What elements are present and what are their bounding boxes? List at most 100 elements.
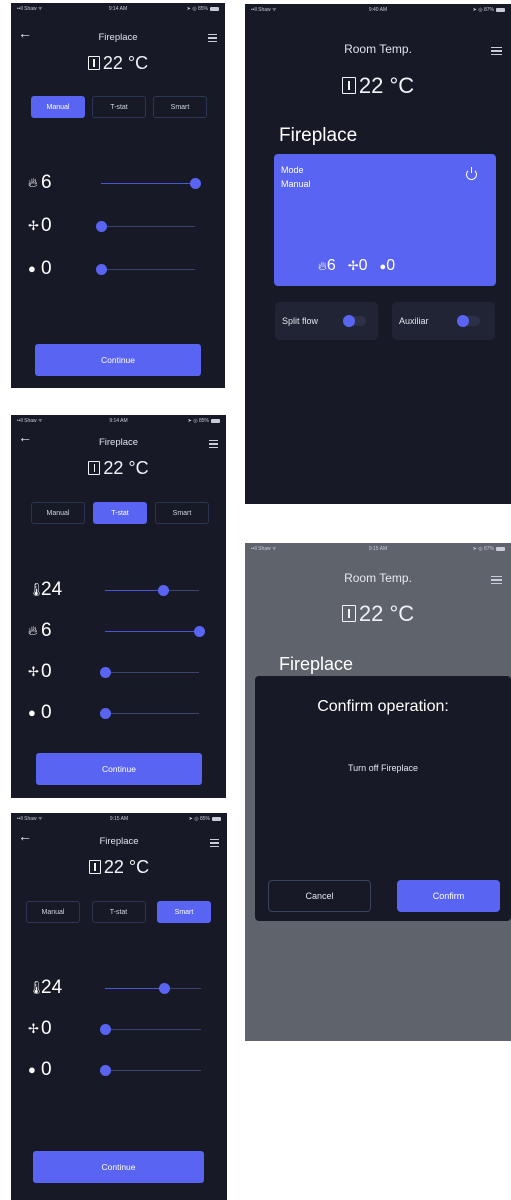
power-icon[interactable] [466,167,477,180]
battery-icon [495,546,505,551]
mode-value: Manual [281,179,311,189]
menu-icon[interactable] [210,839,219,849]
thermometer-icon [88,461,101,475]
slider-track[interactable] [99,708,199,719]
clock: 9:15 AM [368,546,388,552]
control-row-fan: ✢ 0 [28,215,195,238]
control-row-thermometer: 🌡︎ 24 [28,579,199,602]
screen-tstat: ••ll Shaw ᯤ 9:14 AM ➤ ◎ 85% ← Fireplace … [11,415,226,798]
control-value: 24 [41,977,63,998]
dialog-title: Confirm operation: [317,698,449,715]
slider-track[interactable] [99,1024,201,1035]
slider-track[interactable] [101,178,201,189]
flame-value: 🔥︎6 [318,257,336,274]
screen-title: Fireplace [98,437,139,448]
slider-fill [105,988,165,990]
continue-button[interactable]: Continue [36,753,202,785]
auxiliar-toggle[interactable] [457,315,480,327]
thermometer-icon [341,605,356,622]
cancel-button[interactable]: Cancel [268,880,371,912]
light-icon: ● [28,705,36,720]
auxiliar-label: Auxiliar [399,316,429,326]
fan-icon: ✢ [347,258,359,273]
status-bar: ••ll Shaw ᯤ 9:14 AM ➤ ◎ 85% [11,3,225,15]
continue-button[interactable]: Continue [33,1151,204,1183]
battery-status: ➤ ◎ 85% [179,6,219,12]
slider-knob[interactable] [189,178,201,189]
battery-icon [209,6,219,11]
screen-room-temp: ••ll Shaw ᯤ 9:40 AM ➤ ◎ 87% Room Temp. 2… [245,4,511,504]
carrier-label: ••ll Shaw ᯤ [251,7,277,13]
confirm-button[interactable]: Confirm [397,880,500,912]
fan-value: ✢0 [347,257,368,274]
split-flow-toggle-card: Split flow [275,302,378,340]
slider-knob[interactable] [99,708,111,719]
slider-knob[interactable] [99,667,111,678]
control-value: 0 [41,661,52,682]
control-value: 0 [41,702,52,723]
fan-icon: ✢ [28,664,39,679]
control-row-light: ● 0 [28,1059,201,1082]
tab-smart[interactable]: Smart [157,901,211,923]
slider-knob[interactable] [99,1065,111,1076]
slider-knob[interactable] [157,585,169,596]
battery-status: ➤ ◎ 85% [180,418,220,424]
clock: 9:40 AM [368,7,388,13]
fireplace-mode-card[interactable]: Mode Manual 🔥︎6 ✢0 ●0 [274,154,496,286]
tab-tstat[interactable]: T-stat [92,96,146,118]
slider-track[interactable] [105,585,199,596]
screen-title: Room Temp. [344,571,412,585]
status-bar: ••ll Shaw ᯤ 9:14 AM ➤ ◎ 85% [11,415,226,427]
control-row-light: ● 0 [28,702,199,725]
carrier-label: ••ll Shaw ᯤ [17,6,43,12]
flame-icon: 🔥︎ [28,175,38,190]
menu-icon[interactable] [208,34,217,44]
battery-status: ➤ ◎ 87% [465,7,505,13]
menu-icon [491,576,502,586]
menu-icon[interactable] [491,47,502,57]
slider-knob[interactable] [95,221,107,232]
continue-button[interactable]: Continue [35,344,201,376]
split-flow-toggle[interactable] [343,315,366,327]
fireplace-heading: Fireplace [279,654,354,674]
screen-confirm: ••ll Shaw ᯤ 9:15 AM ➤ ◎ 87% Room Temp. 2… [245,543,511,1041]
menu-icon[interactable] [209,440,218,450]
tab-manual[interactable]: Manual [31,502,85,524]
flame-icon: 🔥︎ [28,623,38,638]
tab-smart[interactable]: Smart [155,502,209,524]
slider-knob[interactable] [193,626,205,637]
tab-tstat[interactable]: T-stat [93,502,147,524]
slider-track[interactable] [95,221,195,232]
control-value: 0 [41,215,52,236]
screen-manual: ••ll Shaw ᯤ 9:14 AM ➤ ◎ 85% ← Fireplace … [11,3,225,388]
status-bar: ••ll Shaw ᯤ 9:15 AM ➤ ◎ 87% [245,543,511,555]
dialog-message: Turn off Fireplace [347,763,419,773]
slider-track[interactable] [105,983,201,994]
clock: 9:15 AM [109,816,129,822]
slider-track[interactable] [95,264,195,275]
screen-title: Fireplace [99,836,139,847]
slider-track[interactable] [99,1065,201,1076]
tab-manual[interactable]: Manual [26,901,80,923]
flame-icon: 🔥︎ [318,259,327,273]
slider-track[interactable] [105,626,205,637]
light-icon: ● [28,261,36,276]
tab-smart[interactable]: Smart [153,96,207,118]
status-bar: ••ll Shaw ᯤ 9:15 AM ➤ ◎ 85% [11,813,227,825]
tab-manual[interactable]: Manual [31,96,85,118]
battery-icon [210,418,220,423]
temperature-readout: 22 °C [11,53,225,74]
screen-title: Fireplace [98,32,138,43]
slider-knob[interactable] [159,983,171,994]
slider-knob[interactable] [99,1024,111,1035]
carrier-label: ••ll Shaw ᯤ [17,418,43,424]
slider-track[interactable] [99,667,199,678]
battery-icon [495,7,505,12]
thermometer-icon [88,860,101,874]
battery-status: ➤ ◎ 87% [465,546,505,552]
tab-tstat[interactable]: T-stat [91,901,146,923]
slider-knob[interactable] [95,264,107,275]
fireplace-heading: Fireplace [279,125,358,146]
confirm-dialog: Confirm operation: Turn off Fireplace Ca… [255,676,511,921]
thermometer-icon [87,56,100,70]
